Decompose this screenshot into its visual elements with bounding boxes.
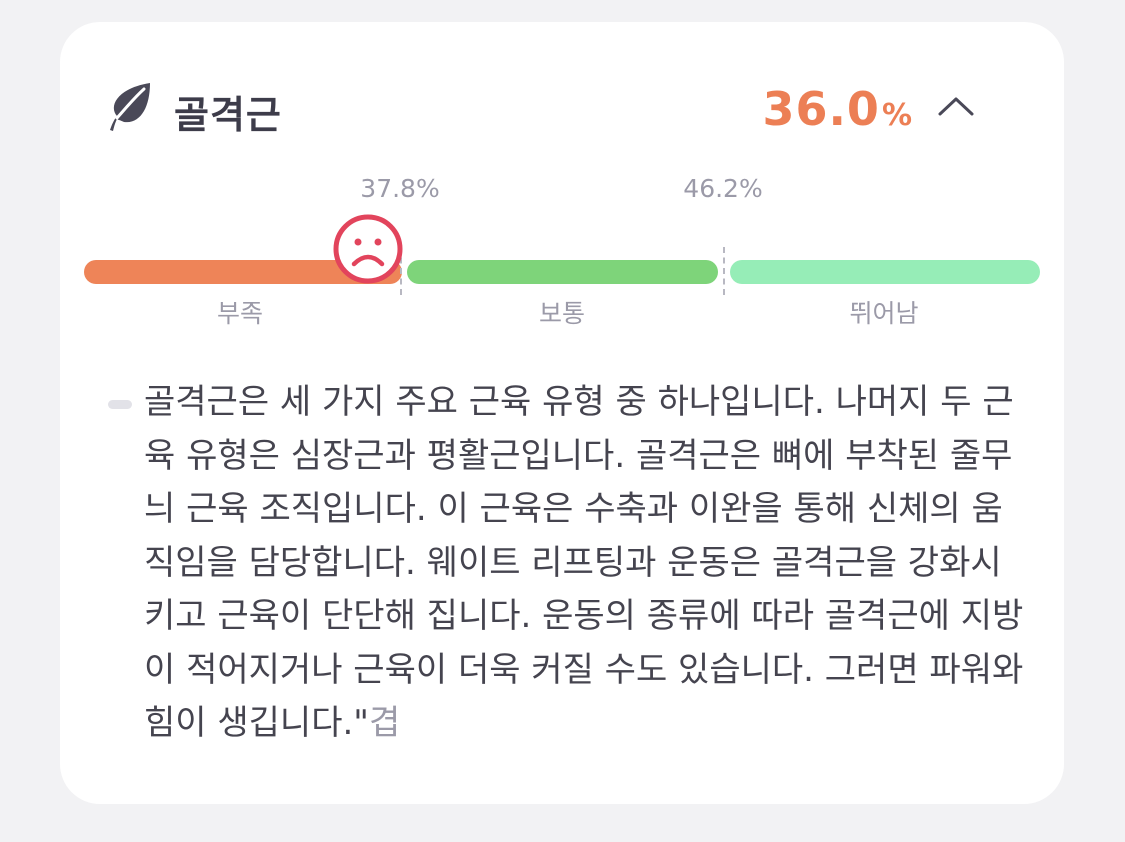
chevron-up-icon[interactable]: [936, 94, 976, 118]
threshold-label-low: 37.8%: [360, 174, 440, 203]
description-text: 골격근은 세 가지 주요 근육 유형 중 하나입니다. 나머지 두 근육 유형은…: [144, 382, 1024, 743]
skeletal-muscle-card: 골격근 36.0% 37.8% 46.2% 부족 보통 뛰어남 골격근은 세 가…: [60, 22, 1064, 804]
range-bar-high: [730, 260, 1040, 284]
more-toggle[interactable]: 겹: [369, 703, 400, 743]
range-label-low: 부족: [216, 299, 264, 328]
percentage-number: 36.0: [762, 82, 880, 136]
card-header[interactable]: 골격근 36.0%: [104, 80, 1020, 140]
card-title: 골격근: [174, 93, 282, 137]
percentage-value: 36.0%: [762, 82, 912, 136]
threshold-divider-high: [723, 247, 725, 295]
leaf-icon: [104, 80, 158, 134]
threshold-label-high: 46.2%: [683, 174, 763, 203]
bullet-marker: [108, 400, 132, 409]
range-label-normal: 보통: [538, 299, 586, 328]
sad-face-icon: [333, 214, 403, 284]
range-label-high: 뛰어남: [849, 299, 919, 328]
percentage-unit: %: [881, 98, 912, 133]
description: 골격근은 세 가지 주요 근육 유형 중 하나입니다. 나머지 두 근육 유형은…: [144, 376, 1024, 751]
range-bar-normal: [407, 260, 718, 284]
